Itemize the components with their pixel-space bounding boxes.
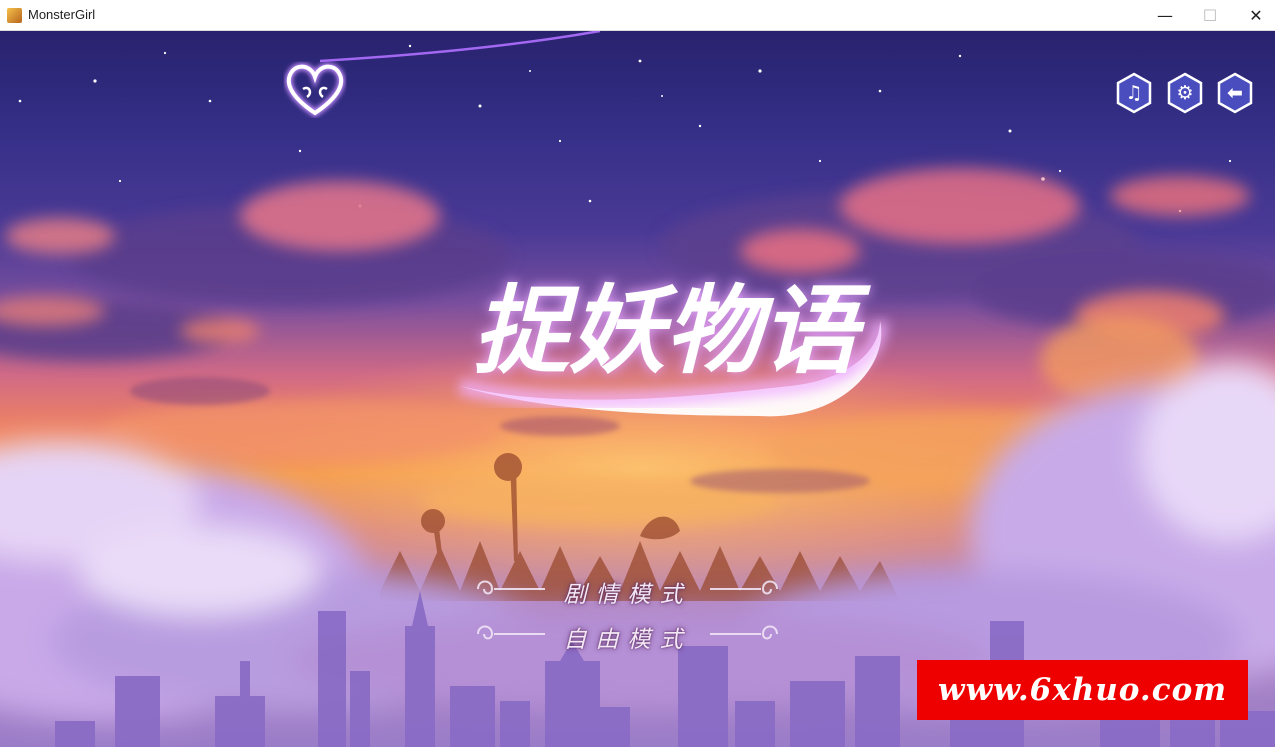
heart-emblem-icon: [285, 63, 345, 118]
free-mode-button[interactable]: 自由模式: [470, 614, 785, 654]
minimize-button[interactable]: —: [1142, 0, 1188, 31]
story-mode-button[interactable]: 剧情模式: [470, 569, 785, 609]
gear-icon: ⚙: [1176, 82, 1194, 104]
back-button[interactable]: ⬅: [1216, 72, 1254, 114]
settings-button[interactable]: ⚙: [1166, 72, 1204, 114]
music-note-icon: ♫: [1125, 82, 1143, 104]
arrow-left-icon: ⬅: [1227, 82, 1243, 104]
free-mode-label: 自由模式: [563, 627, 692, 653]
close-button[interactable]: ✕: [1233, 0, 1275, 31]
game-title-screen: 捉妖物语 捉妖物语 剧情模式 自由模式 ♫ ⚙ ⬅ www.6xhuo.com: [0, 31, 1275, 747]
window-title: MonsterGirl: [28, 7, 96, 22]
game-logo: 捉妖物语 捉妖物语: [458, 274, 888, 417]
logo-text: 捉妖物语: [473, 274, 871, 387]
app-icon: [7, 8, 22, 23]
window-titlebar: MonsterGirl — ☐ ✕: [0, 0, 1275, 31]
maximize-button[interactable]: ☐: [1187, 0, 1233, 31]
watermark-banner: www.6xhuo.com: [917, 660, 1248, 720]
story-mode-label: 剧情模式: [563, 582, 692, 608]
music-button[interactable]: ♫: [1115, 72, 1153, 114]
